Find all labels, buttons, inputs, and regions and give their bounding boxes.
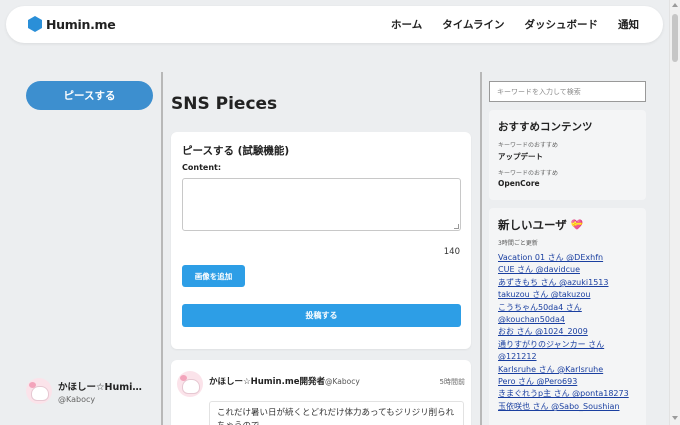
content-label: Content: [182, 163, 222, 172]
user-link[interactable]: きまぐれうp主 さん @ponta18273 [498, 388, 646, 400]
avatar [177, 371, 203, 397]
piece-button[interactable]: ピースする [26, 81, 153, 110]
user-link[interactable]: 玉依咲也 さん @Sabo_Soushian [498, 401, 646, 413]
profile-name: かほしー☆Humi… [58, 381, 142, 393]
timeline-post: かほしー☆Humin.me開発者@Kabocy 5時間前 これだけ暑い日が続くと… [171, 360, 471, 425]
page-scrollbar[interactable] [669, 0, 680, 425]
user-link[interactable]: あずきもち さん @azuki1513 [498, 277, 646, 289]
site-header: Humin.me ホーム タイムライン ダッシュボード 通知 [6, 6, 663, 43]
nav-dashboard[interactable]: ダッシュボード [525, 17, 599, 32]
scroll-thumb[interactable] [672, 14, 678, 62]
post-author-name: かほしー☆Humin.me開発者 [209, 377, 325, 387]
post-author-handle: @Kabocy [324, 377, 360, 386]
right-divider [480, 72, 482, 425]
post-body: これだけ暑い日が続くとどれだけ体力あってもジリジリ削られちゃうので… [209, 401, 464, 425]
main-nav: ホーム タイムライン ダッシュボード 通知 [371, 17, 639, 32]
avatar [26, 378, 52, 404]
profile-handle: @Kabocy [58, 394, 96, 404]
hexagon-logo-icon [28, 16, 42, 32]
post-button[interactable]: 投稿する [182, 304, 461, 327]
compose-card: ピースする (試験機能) Content: 140 画像を追加 投稿する [171, 132, 471, 349]
nav-notifications[interactable]: 通知 [618, 17, 639, 32]
resize-grip-icon[interactable] [454, 224, 459, 229]
new-users-panel: 新しいユーザ 💝 3時間ごと更新 Vacation 01 さん @DExhfn … [489, 208, 646, 425]
scroll-up-arrow-icon[interactable] [672, 3, 678, 7]
page-title: SNS Pieces [171, 94, 278, 114]
heart-icon: 💝 [570, 219, 584, 231]
user-link[interactable]: 通りすがりのジャンカー さん [498, 339, 646, 351]
new-users-title-text: 新しいユーザ [498, 218, 567, 232]
new-users-title: 新しいユーザ 💝 [498, 217, 583, 233]
user-link[interactable]: Pero さん @Pero693 [498, 376, 646, 388]
user-link[interactable]: Vacation 01 さん @DExhfn [498, 252, 646, 264]
char-count: 140 [443, 247, 460, 257]
recommended-panel: おすすめコンテンツ キーワードのおすすめ アップデート キーワードのおすすめ O… [489, 110, 646, 200]
nav-timeline[interactable]: タイムライン [442, 17, 504, 32]
nav-home[interactable]: ホーム [391, 17, 422, 32]
current-user-profile[interactable]: かほしー☆Humi… @Kabocy [26, 378, 142, 404]
left-divider [161, 72, 163, 425]
recommended-item-name: アップデート [498, 152, 543, 161]
post-author[interactable]: かほしー☆Humin.me開発者@Kabocy [209, 375, 360, 387]
recommended-title: おすすめコンテンツ [498, 121, 593, 133]
user-link[interactable]: @121212 [498, 351, 646, 363]
recommended-item[interactable]: キーワードのおすすめ OpenCore [498, 168, 558, 188]
search-input[interactable] [489, 81, 646, 102]
content-textarea[interactable] [182, 178, 461, 231]
recommended-item[interactable]: キーワードのおすすめ アップデート [498, 140, 558, 162]
user-link[interactable]: CUE さん @davidcue [498, 264, 646, 276]
new-users-subtitle: 3時間ごと更新 [498, 240, 538, 247]
new-users-list: Vacation 01 さん @DExhfn CUE さん @davidcue … [498, 252, 646, 413]
user-link[interactable]: Karlsruhe さん @Karlsruhe [498, 364, 646, 376]
recommended-item-sub: キーワードのおすすめ [498, 170, 559, 177]
user-link[interactable]: おお さん @1024_2009 [498, 326, 646, 338]
post-avatar[interactable] [177, 371, 203, 397]
user-link[interactable]: @kouchan50da4 [498, 314, 646, 326]
compose-title: ピースする (試験機能) [182, 145, 290, 157]
user-link[interactable]: こうちゃん50da4 さん [498, 302, 646, 314]
recommended-item-name: OpenCore [498, 179, 540, 188]
scroll-down-arrow-icon[interactable] [672, 416, 678, 420]
user-link[interactable]: takuzou さん @takuzou [498, 289, 646, 301]
logo[interactable]: Humin.me [28, 16, 116, 32]
logo-text: Humin.me [46, 16, 116, 32]
post-time: 5時間前 [439, 378, 465, 386]
add-image-button[interactable]: 画像を追加 [182, 265, 245, 287]
recommended-item-sub: キーワードのおすすめ [498, 142, 559, 149]
